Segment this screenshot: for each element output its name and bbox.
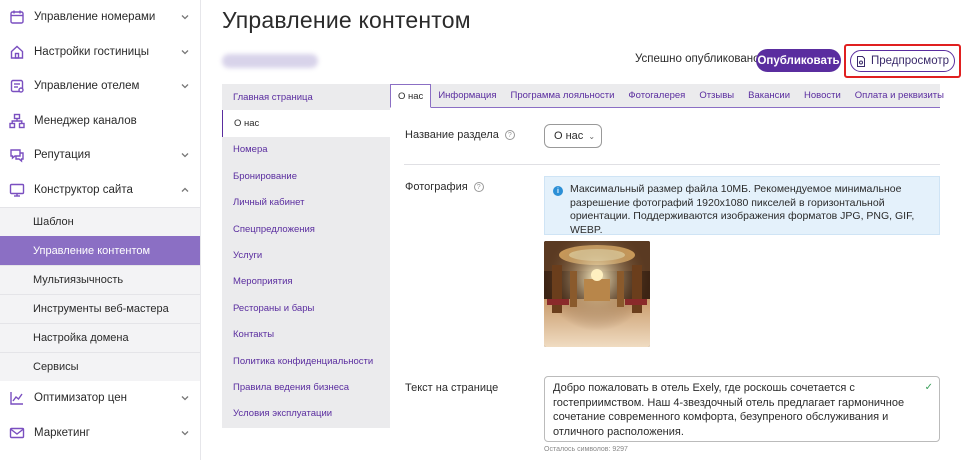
- sidebar-item-label: Оптимизатор цен: [34, 392, 127, 405]
- sidebar-item-reputation[interactable]: Репутация: [0, 138, 200, 173]
- tab-payment[interactable]: Оплата и реквизиты: [848, 84, 951, 107]
- chevron-down-icon: ⌄: [588, 131, 596, 141]
- sidebar-item-channel-manager[interactable]: Менеджер каналов: [0, 104, 200, 139]
- photo-label-text: Фотография: [405, 181, 468, 193]
- page-title: Управление контентом: [222, 7, 471, 33]
- sidebar-subitem-multilanguage[interactable]: Мультиязычность: [0, 265, 200, 294]
- page-text-value: Добро пожаловать в отель Exely, где роск…: [553, 382, 905, 438]
- chevron-down-icon[interactable]: [180, 428, 190, 438]
- section-nav-item[interactable]: Контакты: [222, 322, 390, 348]
- publish-status: Успешно опубликовано: [635, 53, 760, 65]
- preview-button[interactable]: Предпросмотр: [850, 50, 955, 72]
- sidebar-item-label: Управление номерами: [34, 11, 156, 24]
- section-nav-item[interactable]: Политика конфиденциальности: [222, 348, 390, 374]
- sidebar: Управление номерами Настройки гостиницы …: [0, 0, 201, 460]
- chevron-up-icon[interactable]: [180, 185, 190, 195]
- hotel-lobby-photo[interactable]: [544, 241, 650, 347]
- section-nav-item[interactable]: Номера: [222, 137, 390, 163]
- hotel-name-blurred: [222, 54, 318, 68]
- sidebar-subitem-webmaster-tools[interactable]: Инструменты веб-мастера: [0, 294, 200, 323]
- chevron-down-icon[interactable]: [180, 47, 190, 57]
- sidebar-item-label: Репутация: [34, 149, 91, 162]
- section-name-label-text: Название раздела: [405, 129, 499, 141]
- sidebar-item-hotel-management[interactable]: Управление отелем: [0, 69, 200, 104]
- about-form: Название раздела ? О нас ⌄ Фотография ? …: [390, 108, 940, 460]
- calendar-icon: [8, 8, 26, 26]
- sidebar-item-site-builder[interactable]: Конструктор сайта: [0, 173, 200, 208]
- help-icon[interactable]: ?: [473, 182, 484, 192]
- content-tabs: О нас Информация Программа лояльности Фо…: [390, 84, 944, 108]
- sidebar-item-label: Маркетинг: [34, 426, 90, 439]
- sidebar-subitem-template[interactable]: Шаблон: [0, 207, 200, 236]
- sidebar-item-label: Конструктор сайта: [34, 183, 133, 196]
- chevron-down-icon[interactable]: [180, 150, 190, 160]
- info-icon: i: [553, 186, 563, 196]
- sidebar-subitem-content-management[interactable]: Управление контентом: [0, 236, 200, 265]
- section-nav-item[interactable]: Рестораны и бары: [222, 295, 390, 321]
- section-nav-item[interactable]: Бронирование: [222, 163, 390, 189]
- preview-highlight-frame: Предпросмотр: [844, 44, 961, 78]
- check-icon: ✓: [924, 382, 933, 393]
- section-nav-item[interactable]: Спецпредложения: [222, 216, 390, 242]
- chevron-down-icon[interactable]: [180, 393, 190, 403]
- section-nav-item[interactable]: Личный кабинет: [222, 190, 390, 216]
- chevron-down-icon[interactable]: [180, 12, 190, 22]
- tab-reviews[interactable]: Отзывы: [692, 84, 741, 107]
- chart-icon: [8, 389, 26, 407]
- mail-icon: [8, 424, 26, 442]
- section-name-label: Название раздела ?: [405, 129, 515, 141]
- hierarchy-icon: [8, 112, 26, 130]
- photo-label: Фотография ?: [405, 181, 484, 193]
- home-icon: [8, 43, 26, 61]
- tab-about[interactable]: О нас: [390, 84, 432, 108]
- hotel-icon: [8, 77, 26, 95]
- section-nav-item[interactable]: Условия эксплуатации: [222, 401, 390, 427]
- preview-button-label: Предпросмотр: [871, 55, 949, 67]
- tab-loyalty[interactable]: Программа лояльности: [503, 84, 621, 107]
- sidebar-item-label: Управление отелем: [34, 80, 140, 93]
- tab-photo-gallery[interactable]: Фотогалерея: [621, 84, 692, 107]
- sidebar-item-price-optimizer[interactable]: Оптимизатор цен: [0, 381, 200, 416]
- sidebar-item-label: Настройки гостиницы: [34, 45, 149, 58]
- sidebar-item-label: Менеджер каналов: [34, 114, 137, 127]
- sidebar-subitem-domain-settings[interactable]: Настройка домена: [0, 323, 200, 352]
- section-nav: Главная страница О нас Номера Бронирован…: [222, 84, 390, 428]
- divider: [404, 164, 940, 165]
- section-nav-item[interactable]: Правила ведения бизнеса: [222, 374, 390, 400]
- sidebar-item-hotel-settings[interactable]: Настройки гостиницы: [0, 35, 200, 70]
- page-text-label: Текст на странице: [405, 382, 499, 394]
- monitor-icon: [8, 181, 26, 199]
- section-name-value: О нас: [554, 130, 584, 142]
- chevron-down-icon[interactable]: [180, 81, 190, 91]
- char-count: Осталось символов: 9297: [544, 446, 628, 453]
- publish-button[interactable]: Опубликовать: [756, 49, 841, 72]
- document-icon: [857, 55, 865, 67]
- chat-icon: [8, 146, 26, 164]
- help-icon[interactable]: ?: [504, 130, 515, 140]
- section-nav-item-active[interactable]: О нас: [222, 110, 390, 137]
- sidebar-subitem-services[interactable]: Сервисы: [0, 352, 200, 381]
- photo-info-text: Максимальный размер файла 10МБ. Рекоменд…: [570, 183, 915, 236]
- section-nav-item[interactable]: Главная страница: [222, 84, 390, 110]
- photo-info-box: i Максимальный размер файла 10МБ. Рекоме…: [544, 176, 940, 236]
- section-nav-item[interactable]: Мероприятия: [222, 269, 390, 295]
- tab-information[interactable]: Информация: [431, 84, 503, 107]
- page-text-area[interactable]: Добро пожаловать в отель Exely, где роск…: [544, 376, 940, 442]
- section-nav-item[interactable]: Услуги: [222, 242, 390, 268]
- tab-vacancies[interactable]: Вакансии: [741, 84, 797, 107]
- main-content: Управление контентом Успешно опубликован…: [201, 0, 965, 460]
- section-name-select[interactable]: О нас ⌄: [544, 124, 602, 148]
- sidebar-item-room-management[interactable]: Управление номерами: [0, 0, 200, 35]
- sidebar-item-marketing[interactable]: Маркетинг: [0, 416, 200, 451]
- tab-news[interactable]: Новости: [797, 84, 848, 107]
